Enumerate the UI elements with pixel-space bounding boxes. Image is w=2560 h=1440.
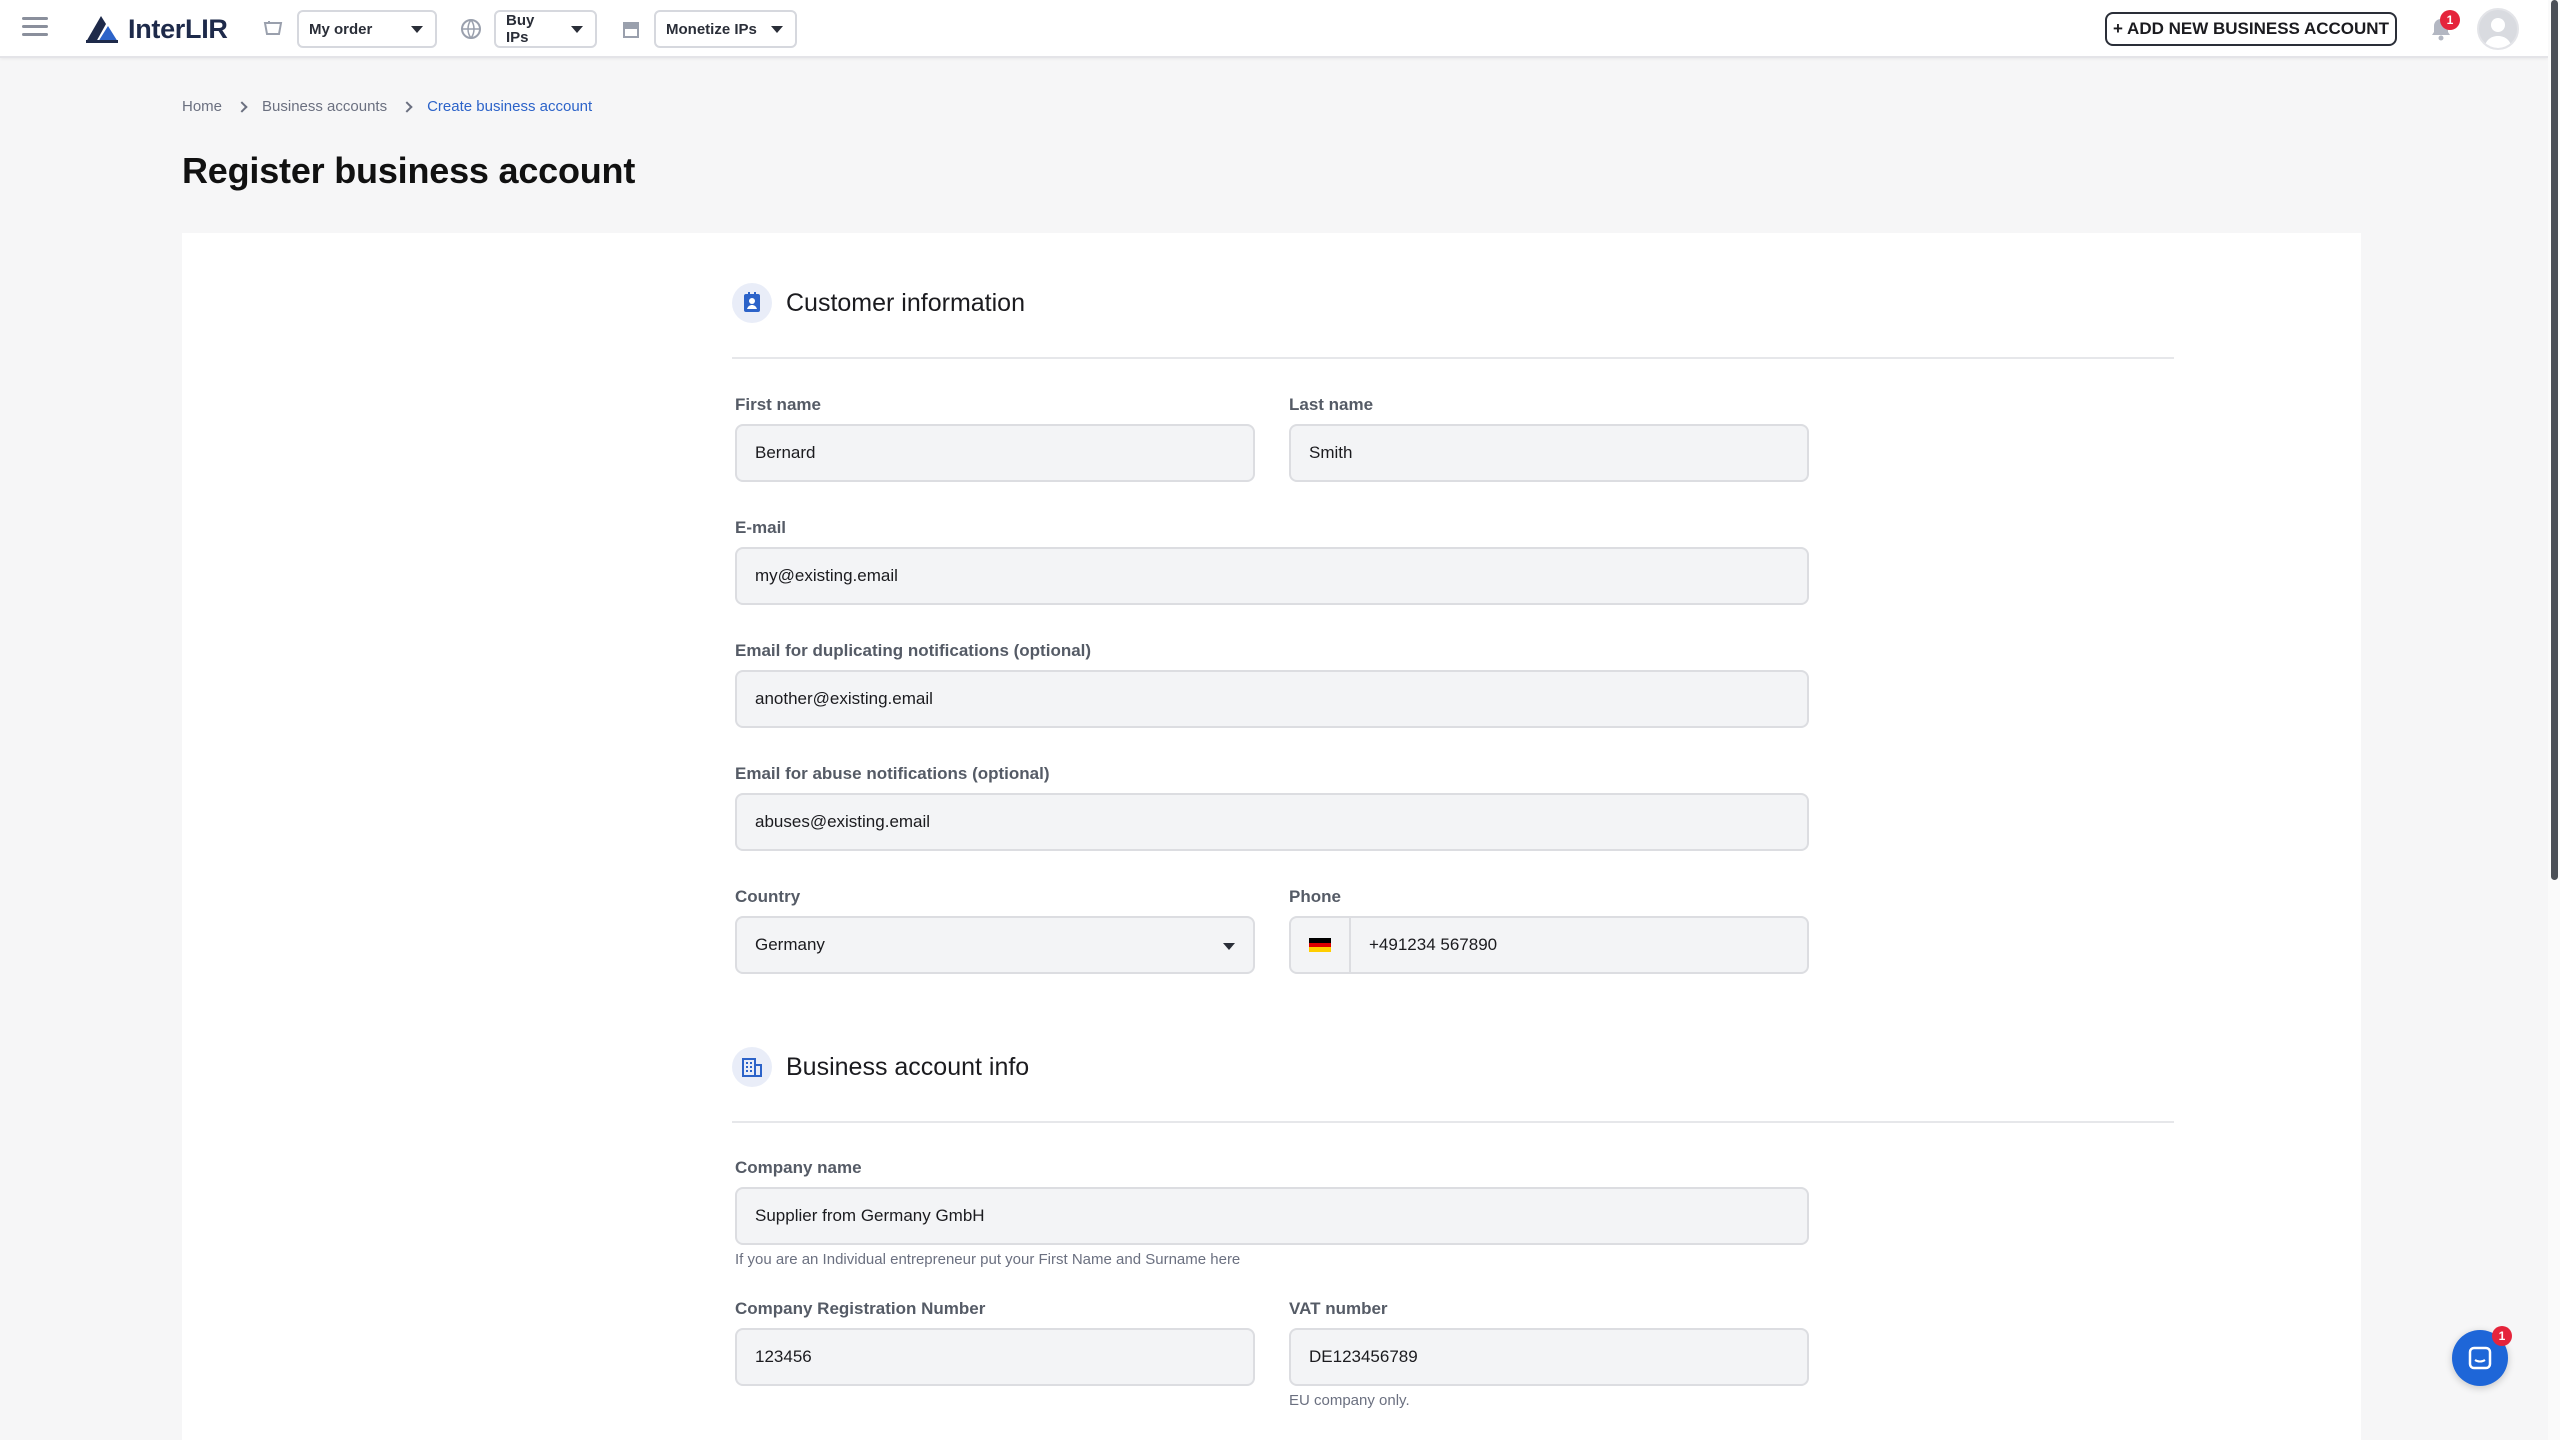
business-account-info-header: Business account info (732, 1047, 1029, 1087)
country-code-selector[interactable] (1291, 918, 1351, 972)
breadcrumb: Home Business accounts Create business a… (182, 98, 592, 115)
add-new-business-account-button[interactable]: + ADD NEW BUSINESS ACCOUNT (2105, 12, 2397, 46)
cart-icon (263, 21, 283, 35)
email-duplicating-label: Email for duplicating notifications (opt… (735, 641, 1092, 660)
top-navigation-bar: InterLIR My order Buy IPs Monetize IPs +… (0, 0, 2548, 58)
chevron-down-icon (571, 25, 583, 33)
notification-badge: 1 (2440, 10, 2460, 30)
country-value: Germany (755, 935, 825, 954)
last-name-field[interactable] (1289, 424, 1809, 482)
customer-information-title: Customer information (786, 288, 1025, 317)
divider (732, 357, 2174, 359)
company-reg-number-label: Company Registration Number (735, 1299, 986, 1318)
monetize-ips-dropdown[interactable]: Monetize IPs (654, 10, 797, 48)
interlir-logo-icon (86, 16, 118, 43)
chevron-down-icon (1223, 943, 1235, 950)
first-name-input[interactable] (755, 443, 1235, 463)
company-name-field[interactable] (735, 1187, 1809, 1245)
page-title: Register business account (182, 150, 636, 191)
company-name-helper: If you are an Individual entrepreneur pu… (735, 1251, 1241, 1268)
my-order-dropdown[interactable]: My order (297, 10, 437, 48)
contact-card-icon (732, 283, 772, 323)
de-flag-icon (1309, 938, 1331, 953)
company-reg-number-input[interactable] (755, 1347, 1235, 1367)
last-name-label: Last name (1289, 395, 1374, 414)
hamburger-menu-icon[interactable] (22, 17, 48, 39)
buy-ips-label: Buy IPs (506, 12, 535, 46)
country-label: Country (735, 887, 801, 906)
first-name-field[interactable] (735, 424, 1255, 482)
monetize-ips-label: Monetize IPs (666, 20, 757, 38)
phone-field[interactable] (1289, 916, 1809, 974)
chevron-down-icon (771, 25, 783, 33)
my-order-label: My order (309, 20, 373, 38)
phone-input[interactable] (1369, 935, 1789, 955)
company-reg-number-field[interactable] (735, 1328, 1255, 1386)
email-input[interactable] (755, 566, 1789, 586)
scrollbar-thumb[interactable] (2551, 0, 2558, 880)
chat-icon (2468, 1346, 2492, 1370)
chat-launcher-button[interactable]: 1 (2452, 1326, 2512, 1386)
country-select[interactable]: Germany (735, 916, 1255, 974)
first-name-label: First name (735, 395, 821, 414)
chevron-right-icon (236, 100, 248, 113)
email-duplicating-field[interactable] (735, 670, 1809, 728)
last-name-input[interactable] (1309, 443, 1789, 463)
avatar[interactable] (2477, 8, 2519, 50)
email-abuse-field[interactable] (735, 793, 1809, 851)
email-abuse-label: Email for abuse notifications (optional) (735, 764, 1050, 783)
breadcrumb-home[interactable]: Home (182, 98, 222, 115)
chat-badge: 1 (2492, 1326, 2512, 1346)
buy-ips-dropdown[interactable]: Buy IPs (494, 10, 597, 48)
vat-number-field[interactable] (1289, 1328, 1809, 1386)
customer-information-header: Customer information (732, 283, 1025, 323)
chevron-right-icon (401, 100, 413, 113)
notifications-button[interactable]: 1 (2428, 10, 2460, 42)
email-field[interactable] (735, 547, 1809, 605)
building-icon (732, 1047, 772, 1087)
logo[interactable]: InterLIR (84, 12, 228, 46)
vat-number-helper: EU company only. (1289, 1392, 1410, 1409)
email-duplicating-input[interactable] (755, 689, 1789, 709)
email-label: E-mail (735, 518, 787, 537)
registration-form-card: Customer information First name Last nam… (182, 233, 2361, 1440)
globe-icon (461, 19, 481, 39)
user-avatar-icon (2484, 18, 2512, 48)
company-name-label: Company name (735, 1158, 862, 1177)
divider (732, 1121, 2174, 1123)
breadcrumb-current[interactable]: Create business account (427, 98, 592, 115)
chevron-down-icon (411, 25, 423, 33)
breadcrumb-business-accounts[interactable]: Business accounts (262, 98, 387, 115)
logo-text: InterLIR (128, 13, 228, 44)
store-icon (623, 22, 639, 38)
phone-label: Phone (1289, 887, 1341, 906)
company-name-input[interactable] (755, 1206, 1789, 1226)
business-account-info-title: Business account info (786, 1052, 1030, 1081)
vat-number-label: VAT number (1289, 1299, 1388, 1318)
email-abuse-input[interactable] (755, 812, 1789, 832)
vat-number-input[interactable] (1309, 1347, 1789, 1367)
